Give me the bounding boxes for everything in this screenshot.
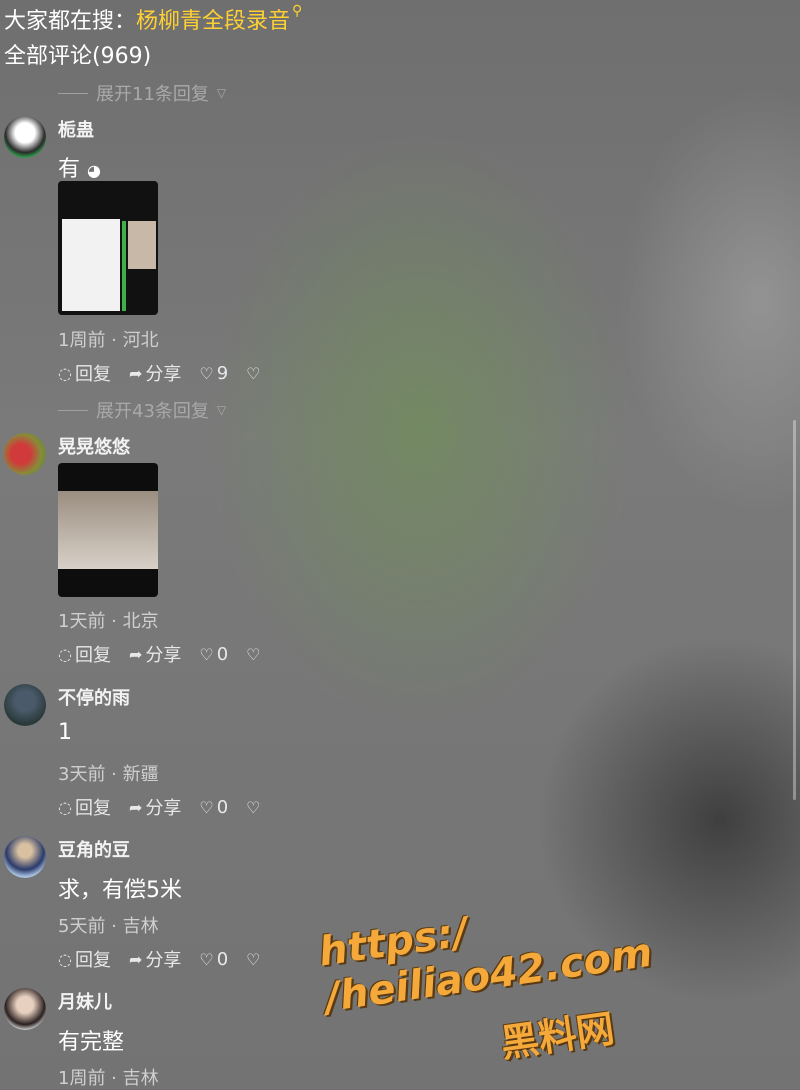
comment-text-content: 有 (58, 157, 81, 182)
scrollbar[interactable] (793, 420, 796, 800)
expand-replies-button[interactable]: 展开11条回复 ▽ (58, 80, 226, 106)
comment-text: 1 (58, 720, 72, 745)
username[interactable]: 栀蛊 (58, 116, 94, 142)
like-button[interactable]: ♡ 0 (199, 644, 228, 665)
share-button[interactable]: ➦ 分享 (129, 946, 181, 972)
share-button[interactable]: ➦ 分享 (129, 360, 181, 386)
share-button[interactable]: ➦ 分享 (129, 641, 181, 667)
comment-text: 有 ◕ (58, 151, 101, 183)
reply-button[interactable]: ◌ 回复 (58, 946, 111, 972)
search-icon: ⚲ (292, 3, 303, 19)
divider (58, 409, 88, 411)
reply-icon: ◌ (58, 949, 72, 969)
preview-bar (122, 221, 126, 311)
heart-icon: ♡ (199, 363, 214, 383)
reply-icon: ◌ (58, 644, 72, 664)
share-label: 分享 (145, 645, 182, 666)
share-icon: ➦ (128, 797, 143, 817)
dislike-button[interactable]: ♡ (246, 950, 260, 969)
sticker-icon: ◕ (87, 161, 101, 180)
share-label: 分享 (145, 950, 182, 971)
image-attachment[interactable] (58, 181, 158, 315)
dislike-button[interactable]: ♡ (246, 798, 260, 817)
like-button[interactable]: ♡ 0 (199, 797, 228, 818)
comment-text: 求，有偿5米 (58, 878, 182, 903)
share-label: 分享 (145, 364, 182, 385)
watermark-name: 黑料网 (497, 1006, 618, 1066)
avatar[interactable] (4, 836, 46, 878)
like-count: 9 (216, 362, 229, 384)
username[interactable]: 晃晃悠悠 (58, 433, 130, 459)
comment-actions: ◌ 回复 ➦ 分享 ♡ 0 ♡ (58, 794, 261, 820)
like-count: 0 (216, 643, 229, 665)
broken-heart-icon: ♡ (246, 644, 261, 664)
expand-replies-label: 展开43条回复 (96, 401, 209, 422)
broken-heart-icon: ♡ (246, 949, 261, 969)
chevron-down-icon: ▽ (216, 403, 227, 417)
username[interactable]: 不停的雨 (58, 684, 130, 710)
comment-time-location: 1天前 · 北京 (58, 611, 159, 632)
preview-photo (58, 491, 158, 569)
search-suggestion[interactable]: 大家都在搜：杨柳青全段录音 ⚲ (4, 3, 302, 35)
heart-icon: ♡ (199, 644, 214, 664)
comment-actions: ◌ 回复 ➦ 分享 ♡ 0 ♡ (58, 641, 261, 667)
reply-label: 回复 (74, 798, 111, 819)
comment-count: 全部评论(969) (4, 44, 152, 69)
reply-label: 回复 (74, 364, 111, 385)
avatar[interactable] (4, 116, 46, 158)
avatar[interactable] (4, 684, 46, 726)
reply-icon: ◌ (58, 363, 72, 383)
screenshot-preview (62, 219, 120, 311)
comment-actions: ◌ 回复 ➦ 分享 ♡ 9 ♡ (58, 360, 261, 386)
expand-replies-button[interactable]: 展开43条回复 ▽ (58, 397, 226, 423)
comment-time-location: 5天前 · 吉林 (58, 916, 159, 937)
dislike-button[interactable]: ♡ (246, 364, 260, 383)
dislike-button[interactable]: ♡ (246, 645, 260, 664)
share-icon: ➦ (128, 644, 143, 664)
username[interactable]: 豆角的豆 (58, 836, 130, 862)
like-button[interactable]: ♡ 9 (199, 363, 228, 384)
expand-replies-label: 展开11条回复 (96, 84, 209, 105)
preview-photo (128, 221, 156, 269)
watermark-url: https:/ /heiliao42.com (316, 909, 656, 1022)
chevron-down-icon: ▽ (216, 86, 227, 100)
share-label: 分享 (145, 798, 182, 819)
share-icon: ➦ (128, 949, 143, 969)
like-count: 0 (216, 948, 229, 970)
like-button[interactable]: ♡ 0 (199, 949, 228, 970)
divider (58, 92, 88, 94)
comment-text: 有完整 (58, 1030, 125, 1055)
comment-time-location: 1周前 · 河北 (58, 330, 159, 351)
comment-time-location: 3天前 · 新疆 (58, 764, 159, 785)
heart-icon: ♡ (199, 797, 214, 817)
reply-label: 回复 (74, 950, 111, 971)
broken-heart-icon: ♡ (246, 363, 261, 383)
username[interactable]: 月妹儿 (58, 988, 112, 1014)
reply-button[interactable]: ◌ 回复 (58, 360, 111, 386)
reply-button[interactable]: ◌ 回复 (58, 794, 111, 820)
reply-button[interactable]: ◌ 回复 (58, 641, 111, 667)
comment-actions: ◌ 回复 ➦ 分享 ♡ 0 ♡ (58, 946, 261, 972)
broken-heart-icon: ♡ (246, 797, 261, 817)
image-attachment[interactable] (58, 463, 158, 597)
share-button[interactable]: ➦ 分享 (129, 794, 181, 820)
avatar[interactable] (4, 988, 46, 1030)
search-prefix: 大家都在搜： (4, 9, 137, 34)
reply-label: 回复 (74, 645, 111, 666)
reply-icon: ◌ (58, 797, 72, 817)
share-icon: ➦ (128, 363, 143, 383)
comment-time-location: 1周前 · 吉林 (58, 1068, 159, 1089)
heart-icon: ♡ (199, 949, 214, 969)
search-keyword[interactable]: 杨柳青全段录音 (136, 9, 290, 34)
avatar[interactable] (4, 433, 46, 475)
like-count: 0 (216, 796, 229, 818)
